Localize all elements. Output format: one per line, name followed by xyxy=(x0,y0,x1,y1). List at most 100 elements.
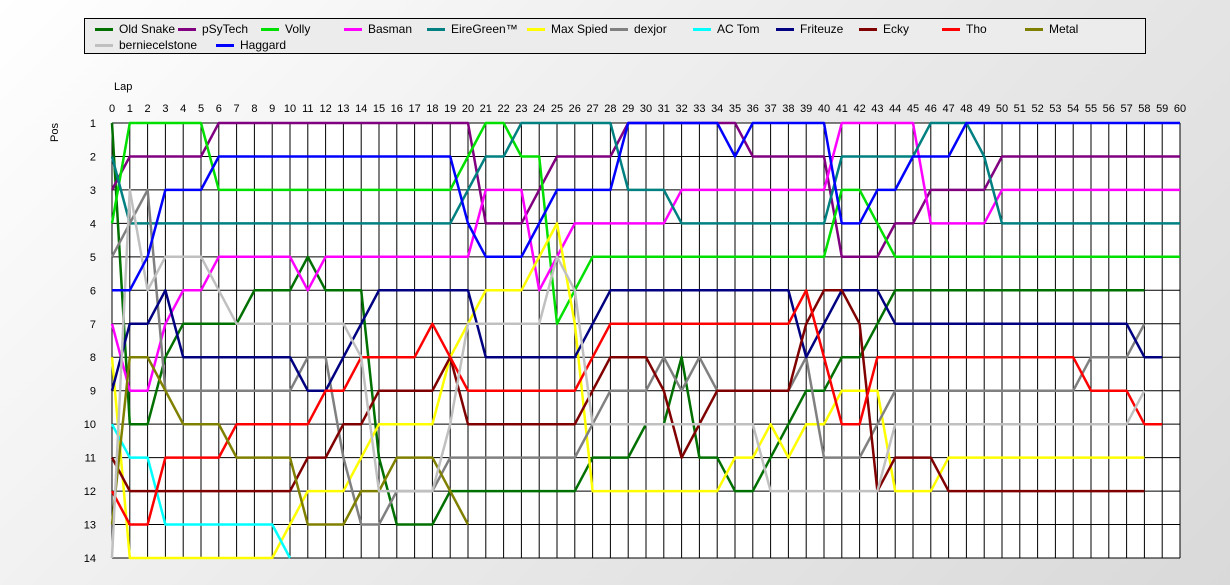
legend-item: Old Snake xyxy=(95,21,175,37)
legend-swatch xyxy=(95,43,113,47)
legend-label: Old Snake xyxy=(119,22,176,36)
legend-swatch xyxy=(1025,27,1043,31)
x-tick-label: 49 xyxy=(978,103,990,115)
legend-swatch xyxy=(942,27,960,31)
legend-item: Metal xyxy=(1025,21,1105,37)
legend-item: Haggard xyxy=(216,37,296,53)
x-tick-label: 58 xyxy=(1138,103,1150,115)
legend-item: Volly xyxy=(261,21,341,37)
legend-label: Basman xyxy=(368,22,413,36)
x-tick-labels: 0 1 2 3 4 5 6 7 8 9 10 11 12 13 14 15 16 17 18 19 20 21 22 23 24… xyxy=(109,103,1186,115)
legend-swatch xyxy=(693,27,711,31)
x-tick-label: 40 xyxy=(818,103,830,115)
x-tick-label: 44 xyxy=(889,103,901,115)
legend-label: Volly xyxy=(285,22,311,36)
x-tick-label: 14 xyxy=(355,103,367,115)
y-tick-label: 11 xyxy=(85,453,96,465)
x-tick-label: 7 xyxy=(234,103,240,115)
legend-swatch xyxy=(178,27,196,31)
x-tick-label: 56 xyxy=(1103,103,1115,115)
legend-label: Tho xyxy=(966,22,987,36)
legend-swatch xyxy=(527,27,545,31)
x-tick-label: 10 xyxy=(284,103,296,115)
legend-item: Basman xyxy=(344,21,424,37)
x-tick-label: 27 xyxy=(586,103,598,115)
x-tick-label: 19 xyxy=(444,103,456,115)
y-tick-label: 5 xyxy=(90,252,96,264)
legend-label: Metal xyxy=(1049,22,1079,36)
x-axis-label: Lap xyxy=(114,81,132,93)
x-tick-label: 34 xyxy=(711,103,723,115)
legend-swatch xyxy=(344,27,362,31)
x-tick-label: 18 xyxy=(426,103,438,115)
x-tick-label: 3 xyxy=(162,103,168,115)
x-tick-label: 28 xyxy=(604,103,616,115)
legend-swatch xyxy=(610,27,628,31)
x-tick-label: 24 xyxy=(533,103,545,115)
x-tick-label: 50 xyxy=(996,103,1008,115)
legend-swatch xyxy=(216,43,234,47)
y-tick-label: 8 xyxy=(90,352,96,364)
legend-item: AC Tom xyxy=(693,21,773,37)
x-tick-label: 11 xyxy=(302,103,313,115)
legend-swatch xyxy=(776,27,794,31)
x-tick-label: 20 xyxy=(462,103,474,115)
legend-label: pSyTech xyxy=(202,22,249,36)
x-tick-label: 55 xyxy=(1085,103,1097,115)
legend-swatch xyxy=(859,27,877,31)
legend-label: berniecelstone xyxy=(119,38,198,52)
y-tick-label: 6 xyxy=(90,285,96,297)
legend-item: dexjor xyxy=(610,21,690,37)
y-tick-label: 3 xyxy=(90,185,96,197)
x-tick-label: 54 xyxy=(1067,103,1079,115)
x-tick-label: 22 xyxy=(497,103,509,115)
x-tick-label: 37 xyxy=(764,103,776,115)
legend: Old Snake pSyTech Volly Basman EireGreen™ Max… xyxy=(84,18,1146,54)
legend-item: berniecelstone xyxy=(95,37,213,53)
x-tick-label: 2 xyxy=(145,103,151,115)
x-tick-label: 21 xyxy=(480,103,492,115)
x-tick-label: 43 xyxy=(871,103,883,115)
x-tick-label: 41 xyxy=(836,103,848,115)
x-tick-label: 51 xyxy=(1014,103,1026,115)
x-tick-label: 36 xyxy=(747,103,759,115)
x-tick-label: 39 xyxy=(800,103,812,115)
y-tick-label: 7 xyxy=(90,319,96,331)
y-tick-label: 4 xyxy=(90,218,96,230)
x-tick-label: 23 xyxy=(515,103,527,115)
x-tick-label: 60 xyxy=(1174,103,1186,115)
y-tick-label: 12 xyxy=(84,486,96,498)
x-tick-label: 30 xyxy=(640,103,652,115)
grid-lines xyxy=(111,122,1181,559)
x-tick-label: 35 xyxy=(729,103,741,115)
legend-item: Friteuze xyxy=(776,21,856,37)
x-tick-label: 46 xyxy=(925,103,937,115)
x-tick-label: 45 xyxy=(907,103,919,115)
x-tick-label: 29 xyxy=(622,103,634,115)
legend-item: EireGreen™ xyxy=(427,21,524,37)
x-tick-label: 12 xyxy=(319,103,331,115)
x-tick-label: 0 xyxy=(109,103,115,115)
legend-item: pSyTech xyxy=(178,21,258,37)
x-tick-label: 6 xyxy=(216,103,222,115)
legend-item: Max Spied xyxy=(527,21,608,37)
x-tick-label: 52 xyxy=(1031,103,1043,115)
legend-item: Tho xyxy=(942,21,1022,37)
legend-item: Ecky xyxy=(859,21,939,37)
x-tick-label: 53 xyxy=(1049,103,1061,115)
x-tick-label: 42 xyxy=(853,103,865,115)
x-tick-label: 48 xyxy=(960,103,972,115)
x-tick-label: 31 xyxy=(658,103,670,115)
y-tick-label: 14 xyxy=(84,553,96,565)
x-tick-label: 4 xyxy=(180,103,186,115)
legend-label: EireGreen™ xyxy=(451,22,518,36)
x-tick-label: 1 xyxy=(127,103,133,115)
x-tick-label: 13 xyxy=(337,103,349,115)
legend-label: AC Tom xyxy=(717,22,760,36)
y-tick-label: 2 xyxy=(90,151,96,163)
y-tick-label: 1 xyxy=(90,118,96,130)
y-tick-label: 10 xyxy=(84,419,96,431)
y-axis-label: Pos xyxy=(49,123,61,142)
x-tick-label: 57 xyxy=(1120,103,1132,115)
legend-swatch xyxy=(427,27,445,31)
